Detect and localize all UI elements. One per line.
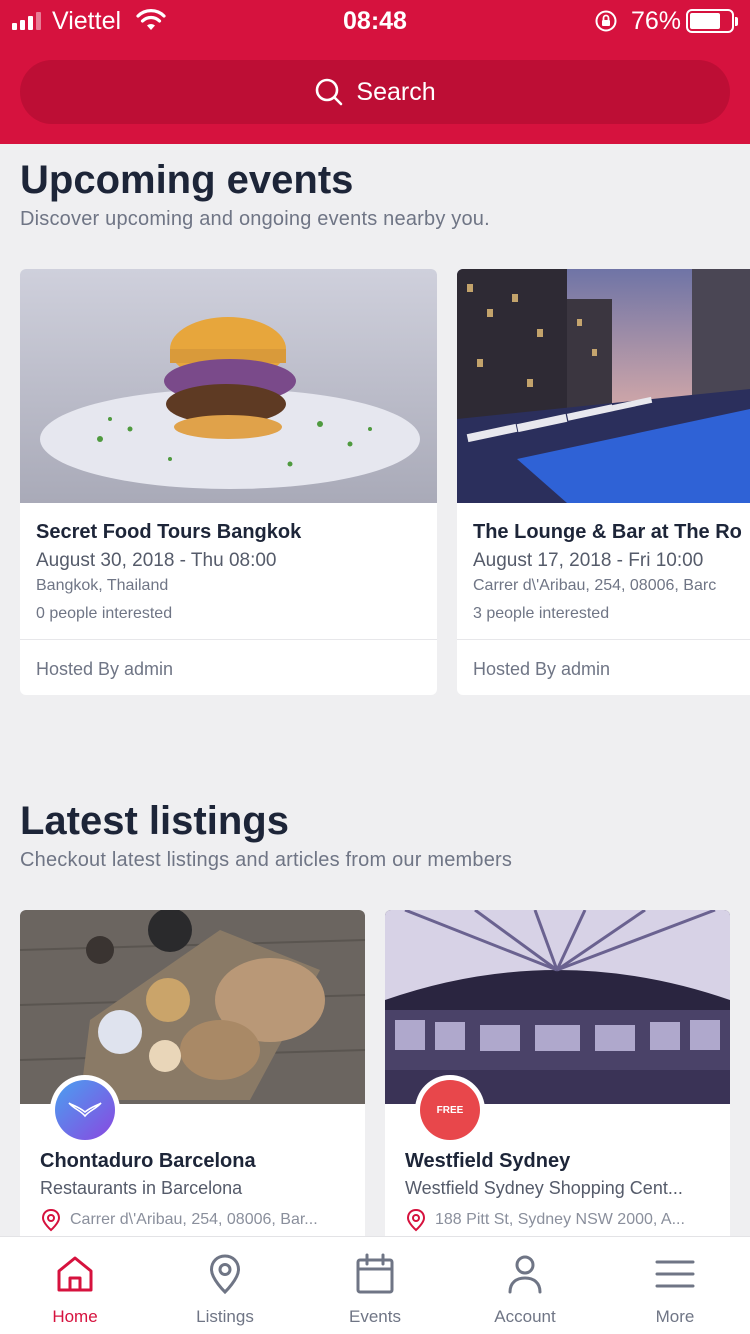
tab-label: Events xyxy=(349,1307,401,1326)
event-date: August 17, 2018 - Fri 10:00 xyxy=(473,550,704,571)
map-pin-icon xyxy=(41,1208,61,1232)
listing-image-bread xyxy=(20,910,365,1104)
tab-more[interactable]: More xyxy=(600,1237,750,1334)
listings-section-subtitle: Checkout latest listings and articles fr… xyxy=(20,849,513,871)
event-location: Carrer d\'Aribau, 254, 08006, Barc xyxy=(473,577,717,594)
tab-label: Listings xyxy=(196,1307,254,1326)
event-image-pool xyxy=(457,269,750,503)
event-location: Bangkok, Thailand xyxy=(36,577,169,594)
listing-avatar-logo: FREE xyxy=(420,1080,480,1140)
events-section-subtitle: Discover upcoming and ongoing events nea… xyxy=(20,208,490,230)
listing-category: Restaurants in Barcelona xyxy=(40,1178,243,1198)
listing-card[interactable]: Chontaduro Barcelona Restaurants in Barc… xyxy=(20,910,365,1250)
search-label: Search xyxy=(356,77,436,106)
listing-avatar: FREE xyxy=(415,1075,485,1145)
event-title: The Lounge & Bar at The Ro xyxy=(473,521,742,543)
tab-label: Account xyxy=(494,1307,556,1326)
tab-listings[interactable]: Listings xyxy=(150,1237,300,1334)
calendar-icon xyxy=(356,1253,394,1294)
event-interested-count: 3 people interested xyxy=(473,605,610,622)
tab-account[interactable]: Account xyxy=(450,1237,600,1334)
tab-label: More xyxy=(655,1307,695,1326)
wings-logo-icon xyxy=(68,1102,102,1118)
listing-address: 188 Pitt St, Sydney NSW 2000, A... xyxy=(405,1208,685,1232)
status-bar: Viettel 08:48 76% xyxy=(0,0,750,42)
event-title: Secret Food Tours Bangkok xyxy=(36,521,302,543)
tab-events[interactable]: Events xyxy=(300,1237,450,1334)
map-pin-icon xyxy=(209,1254,241,1295)
listing-address: Carrer d\'Aribau, 254, 08006, Bar... xyxy=(40,1208,318,1232)
tab-label: Home xyxy=(52,1307,98,1326)
events-section-title: Upcoming events xyxy=(20,158,354,202)
listing-address-text: Carrer d\'Aribau, 254, 08006, Bar... xyxy=(70,1211,318,1228)
event-interested-count: 0 people interested xyxy=(36,605,173,622)
divider xyxy=(457,639,750,640)
battery-icon xyxy=(686,9,738,33)
listing-title: Chontaduro Barcelona xyxy=(40,1150,256,1172)
map-pin-icon xyxy=(406,1208,426,1232)
event-host: Hosted By admin xyxy=(473,659,611,679)
event-image-burger xyxy=(20,269,437,503)
listing-title: Westfield Sydney xyxy=(405,1150,571,1172)
tab-home[interactable]: Home xyxy=(0,1237,150,1334)
event-card[interactable]: The Lounge & Bar at The Ro August 17, 20… xyxy=(457,269,750,695)
search-bar[interactable]: Search xyxy=(20,60,730,124)
rotation-lock-icon xyxy=(595,10,617,32)
event-host: Hosted By admin xyxy=(36,659,174,679)
user-icon xyxy=(508,1255,542,1294)
search-icon xyxy=(316,78,343,106)
listing-avatar xyxy=(50,1075,120,1145)
app-header: Viettel 08:48 76% Search xyxy=(0,0,750,144)
menu-icon xyxy=(655,1260,695,1288)
listing-image-mall xyxy=(385,910,730,1104)
bottom-tab-bar: Home Listings Events Account More xyxy=(0,1236,750,1334)
battery-percent: 76% xyxy=(631,7,682,35)
event-date: August 30, 2018 - Thu 08:00 xyxy=(36,550,277,571)
listing-address-text: 188 Pitt St, Sydney NSW 2000, A... xyxy=(435,1211,685,1228)
listing-card[interactable]: FREE Westfield Sydney Westfield Sydney S… xyxy=(385,910,730,1250)
home-icon xyxy=(57,1256,93,1292)
divider xyxy=(20,639,437,640)
event-card[interactable]: Secret Food Tours Bangkok August 30, 201… xyxy=(20,269,437,695)
listing-category: Westfield Sydney Shopping Cent... xyxy=(405,1178,683,1198)
listings-section-title: Latest listings xyxy=(20,799,289,843)
